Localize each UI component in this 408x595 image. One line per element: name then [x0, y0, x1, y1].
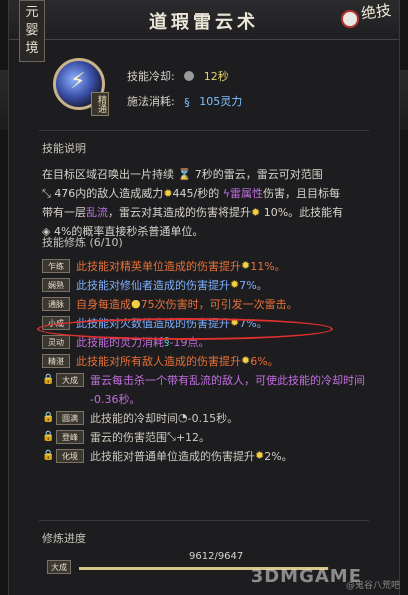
- range-icon: ⤡: [42, 187, 51, 200]
- mod-value: 2%。: [264, 449, 293, 463]
- mod-list: 乍练 此技能对精英单位造成的伤害提升 ✹ 11%。 娴熟 此技能对修仙者造成的伤害提升 ✹…: [42, 256, 382, 465]
- mod-tag: 圆满: [56, 410, 84, 425]
- mod-text: 此技能的冷却时间: [90, 411, 178, 425]
- desc-percent: 10%: [263, 206, 289, 219]
- skill-tooltip-panel: 道瑕雷云术 绝技 元 婴 境 ⚡ 精通 技能冷却: 12秒 施法消耗: § 10…: [8, 0, 400, 595]
- mod-value: 11%。: [250, 259, 286, 273]
- desc-line2-post: 伤害，且目标每: [263, 187, 340, 200]
- watermark-credit: @鬼谷八荒吧: [345, 581, 400, 591]
- skill-proficiency-tag: 精通: [91, 92, 109, 116]
- mod-value: -0.15秒。: [187, 411, 239, 425]
- mod-tag: 娴熟: [42, 277, 70, 292]
- divider: [39, 520, 369, 521]
- progress-heading: 修炼进度: [42, 532, 86, 545]
- mod-text: 自身每造成: [76, 297, 131, 311]
- sun-icon: ✹: [163, 187, 173, 200]
- mod-value: 6%。: [250, 354, 279, 368]
- desc-power: 445/秒的: [172, 187, 220, 200]
- clock-icon: ◔: [178, 411, 188, 424]
- desc-turbulence: 乱流: [86, 206, 108, 219]
- mods-heading: 技能修炼 (6/10): [42, 236, 123, 249]
- realm-char-3: 境: [25, 41, 39, 56]
- mod-item: 🔒 圆满 此技能的冷却时间 ◔ -0.15秒。: [42, 408, 382, 427]
- realm-char-2: 婴: [25, 23, 39, 38]
- lock-icon: 🔒: [42, 373, 55, 385]
- progress-value: 9612/9647: [189, 551, 244, 562]
- sun-icon: ✹: [251, 206, 261, 219]
- cost-row: 施法消耗: § 105灵力: [127, 93, 242, 109]
- lock-icon: 🔒: [42, 449, 55, 461]
- clock-icon: [184, 71, 195, 81]
- title-bar: 道瑕雷云术 绝技: [9, 0, 399, 40]
- desc-line3-end: 。此技能有: [288, 206, 344, 219]
- mod-tag: 通脉: [42, 296, 70, 311]
- coin-icon: ●: [131, 297, 141, 310]
- mod-text: 雷云的伤害范围: [90, 430, 167, 444]
- lightning-icon: ϟ: [222, 187, 230, 200]
- sun-icon: ✹: [230, 278, 240, 291]
- description-heading: 技能说明: [42, 142, 86, 155]
- cost-value: 105灵力: [199, 95, 243, 108]
- mod-item: 通脉 自身每造成 ● 75次伤害时，可引发一次雷击。: [42, 294, 382, 313]
- cooldown-label: 技能冷却:: [127, 70, 175, 83]
- lock-icon: 🔒: [42, 411, 55, 423]
- desc-line1: 在目标区域召唤出一片持续: [42, 168, 174, 181]
- mod-tag: 大成: [56, 372, 84, 387]
- mod-item: 🔒 大成 雷云每击杀一个带有乱流的敌人，可使此技能的冷却时间: [42, 370, 382, 389]
- cooldown-row: 技能冷却: 12秒: [127, 68, 229, 84]
- mod-tag: 灵动: [42, 334, 70, 349]
- desc-line3: 带有一层: [42, 206, 86, 219]
- mana-icon: §: [184, 96, 190, 109]
- ult-label: 绝技: [359, 0, 393, 24]
- mod-text: 此技能对修仙者造成的伤害提升: [76, 278, 230, 292]
- sun-icon: ✹: [255, 449, 265, 462]
- mod-value: 7%。: [239, 278, 268, 292]
- lock-icon: 🔒: [42, 430, 55, 442]
- desc-attribute: 雷属性: [230, 187, 263, 200]
- range-icon: ⤡: [167, 429, 176, 443]
- desc-line3-post: ，雷云对其造成的伤害将提升: [108, 206, 251, 219]
- mod-text: -0.36秒。: [90, 392, 141, 406]
- hourglass-icon: ⌛: [177, 168, 192, 181]
- mod-item: 🔒 化境 此技能对普通单位造成的伤害提升 ✹ 2%。: [42, 446, 382, 465]
- mod-tag: 化境: [56, 448, 84, 463]
- highlight-annotation-oval: [37, 318, 333, 340]
- skill-description: 在目标区域召唤出一片持续 ⌛ 7秒的雷云，雷云可对范围 ⤡ 476内的敌人造成威…: [42, 165, 372, 241]
- mod-item: 🔒 登峰 雷云的伤害范围 ⤡ +12。: [42, 427, 382, 446]
- mod-item: 娴熟 此技能对修仙者造成的伤害提升 ✹ 7%。: [42, 275, 382, 294]
- mod-tag: 精湛: [42, 353, 70, 368]
- mod-value: +12。: [175, 430, 211, 444]
- cooldown-value: 12秒: [203, 70, 229, 83]
- mod-text: 此技能对精英单位造成的伤害提升: [76, 259, 241, 273]
- realm-badge: 元 婴 境: [19, 0, 45, 62]
- mod-item: 乍练 此技能对精英单位造成的伤害提升 ✹ 11%。: [42, 256, 382, 275]
- sun-icon: ✹: [241, 354, 251, 367]
- desc-line2: 476内的敌人造成威力: [54, 187, 164, 200]
- mod-item-continued: -0.36秒。: [42, 389, 382, 408]
- realm-char-1: 元: [25, 5, 39, 20]
- cost-label: 施法消耗:: [127, 95, 175, 108]
- mod-tag: 登峰: [56, 429, 84, 444]
- mod-value: 75次伤害时，可引发一次雷击。: [140, 297, 298, 311]
- progress-tag: 大成: [47, 560, 71, 574]
- desc-duration: 7秒的雷云，雷云可对范围: [194, 168, 323, 181]
- mod-tag: 乍练: [42, 258, 70, 273]
- mod-item: 精湛 此技能对所有敌人造成的伤害提升 ✹ 6%。: [42, 351, 382, 370]
- mod-text: 此技能对普通单位造成的伤害提升: [90, 449, 255, 463]
- sun-icon: ✹: [241, 259, 251, 272]
- mod-text: 此技能对所有敌人造成的伤害提升: [76, 354, 241, 368]
- ult-orb-icon: [341, 10, 359, 28]
- divider: [39, 130, 369, 131]
- mod-text: 雷云每击杀一个带有乱流的敌人，可使此技能的冷却时间: [90, 373, 365, 387]
